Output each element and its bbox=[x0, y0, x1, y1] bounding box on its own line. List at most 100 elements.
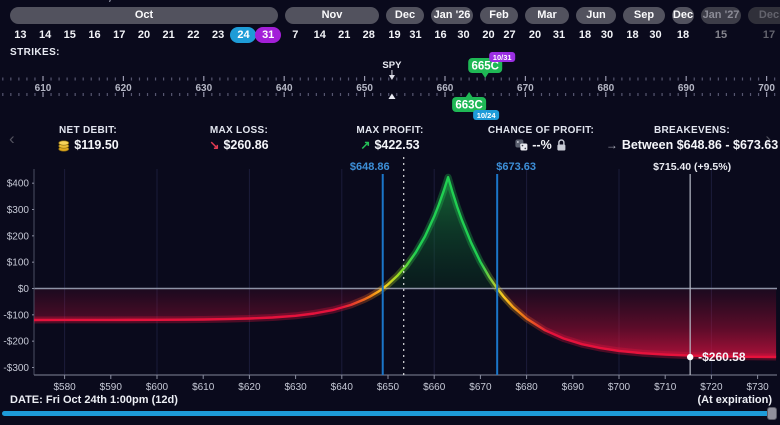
strike-tick bbox=[179, 93, 180, 96]
expiration-date-20[interactable]: 20 bbox=[132, 27, 157, 43]
strike-tick bbox=[107, 78, 108, 81]
lock-icon bbox=[556, 139, 567, 151]
strike-tick bbox=[99, 78, 100, 81]
expiration-date-22[interactable]: 22 bbox=[181, 27, 206, 43]
strike-tick bbox=[565, 78, 566, 81]
month-tab-jun[interactable]: Jun bbox=[576, 7, 616, 24]
expiration-date-20[interactable]: 20 bbox=[523, 27, 547, 43]
x-tick-label: $730 bbox=[746, 382, 769, 393]
strike-tick bbox=[460, 78, 461, 81]
month-tab-sep[interactable]: Sep bbox=[623, 7, 665, 24]
strike-tick bbox=[412, 93, 413, 96]
dates-row: 1830 bbox=[621, 27, 667, 43]
strike-tick bbox=[702, 78, 703, 81]
x-tick-label: $660 bbox=[423, 382, 446, 393]
strike-badge-663c[interactable]: 663C10/24 bbox=[452, 92, 499, 120]
strategy-stats-bar: ‹ › NET DEBIT:$119.50MAX LOSS:↘$260.86MA… bbox=[0, 122, 780, 156]
strike-tick bbox=[758, 78, 759, 81]
expiration-date-27[interactable]: 27 bbox=[499, 27, 520, 43]
strike-tick bbox=[396, 93, 397, 96]
strike-tick bbox=[637, 93, 638, 96]
strike-tick bbox=[557, 78, 558, 81]
badge-expiry-text: 10/24 bbox=[477, 111, 497, 120]
month-tab-dec[interactable]: Dec bbox=[672, 7, 694, 24]
expiration-date-21[interactable]: 21 bbox=[156, 27, 181, 43]
strike-tick bbox=[139, 93, 140, 96]
month-tab-dec[interactable]: Dec bbox=[748, 7, 780, 24]
strike-tick bbox=[517, 78, 518, 81]
month-tab-jan27[interactable]: Jan '27 bbox=[701, 7, 741, 24]
stat-value: ↗$422.53 bbox=[356, 138, 423, 152]
strike-tick bbox=[686, 76, 687, 81]
expiration-date-18[interactable]: 18 bbox=[670, 27, 696, 43]
month-tab-feb[interactable]: Feb bbox=[480, 7, 518, 24]
strike-tick bbox=[243, 93, 244, 96]
underlying-symbol-label: SPY bbox=[382, 60, 402, 71]
strike-tick bbox=[694, 78, 695, 81]
strike-label: 620 bbox=[115, 83, 132, 94]
expiration-date-18[interactable]: 18 bbox=[574, 27, 596, 43]
expiration-date-14[interactable]: 14 bbox=[33, 27, 58, 43]
strike-tick bbox=[678, 78, 679, 81]
expiration-date-18[interactable]: 18 bbox=[621, 27, 644, 43]
strike-tick bbox=[308, 93, 309, 96]
expiration-date-30[interactable]: 30 bbox=[644, 27, 667, 43]
selected-date-pill-24[interactable]: 24 bbox=[230, 27, 256, 43]
expiration-date-23[interactable]: 23 bbox=[206, 27, 231, 43]
expiration-date-21[interactable]: 21 bbox=[332, 27, 357, 43]
strike-tick bbox=[58, 93, 59, 96]
target-value-dot[interactable] bbox=[687, 354, 693, 360]
expiration-date-14[interactable]: 14 bbox=[308, 27, 333, 43]
expiration-date-17[interactable]: 17 bbox=[107, 27, 132, 43]
date-slider-track[interactable] bbox=[2, 411, 776, 416]
expirations-label: EXPIRATIONS: 12d, 19d bbox=[4, 0, 135, 3]
month-tab-jan26[interactable]: Jan '26 bbox=[431, 7, 473, 24]
month-tab-nov[interactable]: Nov bbox=[285, 7, 379, 24]
strike-tick bbox=[541, 93, 542, 96]
expiration-date-7[interactable]: 7 bbox=[283, 27, 308, 43]
spy-marker-down-arrow-icon bbox=[389, 75, 395, 80]
expiration-date-13[interactable]: 13 bbox=[8, 27, 33, 43]
expiration-date-16[interactable]: 16 bbox=[429, 27, 452, 43]
expiration-date-28[interactable]: 28 bbox=[357, 27, 382, 43]
month-tab-mar[interactable]: Mar bbox=[525, 7, 569, 24]
dates-row: 17 bbox=[746, 27, 780, 43]
expiration-date-31[interactable]: 31 bbox=[405, 27, 426, 43]
expiration-date-30[interactable]: 30 bbox=[596, 27, 618, 43]
strike-tick bbox=[388, 93, 389, 96]
stats-prev-chevron[interactable]: ‹ bbox=[9, 130, 15, 147]
strike-tick bbox=[67, 93, 68, 96]
month-tab-oct[interactable]: Oct bbox=[10, 7, 278, 24]
date-slider-handle[interactable] bbox=[767, 407, 777, 420]
expiration-date-31[interactable]: 31 bbox=[255, 27, 280, 43]
expiration-date-30[interactable]: 30 bbox=[452, 27, 475, 43]
expiration-date-19[interactable]: 19 bbox=[384, 27, 405, 43]
strike-tick bbox=[742, 78, 743, 81]
strike-tick bbox=[75, 78, 76, 81]
strike-tick bbox=[99, 93, 100, 96]
expiration-date-17[interactable]: 17 bbox=[746, 27, 780, 43]
strike-badge-665c[interactable]: 665C10/31 bbox=[468, 52, 515, 78]
strike-tick bbox=[653, 93, 654, 96]
loss-area-left bbox=[32, 289, 382, 321]
strikes-ruler[interactable]: 610620630640650660670680690700SPY665C10/… bbox=[0, 50, 780, 122]
expiration-date-24[interactable]: 24 bbox=[230, 27, 255, 43]
month-tab-dec[interactable]: Dec bbox=[386, 7, 424, 24]
expiration-date-15[interactable]: 15 bbox=[57, 27, 82, 43]
strike-tick bbox=[139, 78, 140, 81]
month-group-oct: Oct 1314151617202122232431 bbox=[8, 7, 280, 43]
expiration-date-15[interactable]: 15 bbox=[699, 27, 743, 43]
strike-tick bbox=[83, 78, 84, 81]
stat-value-text: $119.50 bbox=[74, 138, 119, 152]
expiration-date-31[interactable]: 31 bbox=[547, 27, 571, 43]
x-tick-label: $640 bbox=[331, 382, 354, 393]
strike-tick bbox=[621, 93, 622, 96]
expiration-date-20[interactable]: 20 bbox=[478, 27, 499, 43]
dates-row: 1931 bbox=[384, 27, 426, 43]
selected-date-pill-31[interactable]: 31 bbox=[255, 27, 281, 43]
payoff-chart[interactable]: $648.86$673.63$715.40 (+9.5%)-$260.58$58… bbox=[0, 155, 780, 395]
strike-tick bbox=[501, 78, 502, 81]
expiration-date-16[interactable]: 16 bbox=[82, 27, 107, 43]
strike-tick bbox=[300, 78, 301, 81]
strike-label: 610 bbox=[35, 83, 52, 94]
